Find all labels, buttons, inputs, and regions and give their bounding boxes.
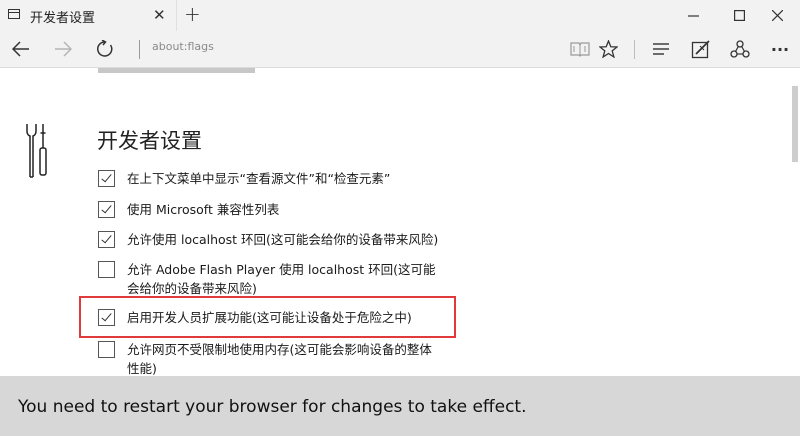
more-button[interactable]: ··· [762,31,798,67]
title-bar: 开发者设置 ✕ + [0,0,800,31]
maximize-icon [733,10,745,21]
page-icon [8,9,20,19]
checkbox[interactable] [98,201,115,218]
back-button[interactable] [3,31,39,67]
favorite-button[interactable] [590,31,626,67]
refresh-button[interactable] [87,31,123,67]
highlight-box [79,296,456,338]
minimize-button[interactable] [670,0,716,31]
option-label: 使用 Microsoft 兼容性列表 [127,202,280,217]
web-note-button[interactable] [683,31,719,67]
address-bar[interactable]: about:flags [152,40,214,53]
star-icon [598,40,618,58]
refresh-icon [97,40,113,57]
tab-close-icon[interactable]: ✕ [153,6,166,24]
checkbox[interactable] [98,231,115,248]
option-label-line-1: 允许 Adobe Flash Player 使用 localhost 环回(这可… [127,262,436,277]
toolbar-separator [634,40,635,59]
scrollbar-thumb[interactable] [792,86,798,162]
close-icon [771,10,783,21]
option-label-line-1: 允许网页不受限制地使用内存(这可能会影响设备的整体 [127,342,432,357]
checkbox[interactable] [98,261,115,278]
address-separator [139,40,140,59]
tab-title: 开发者设置 [30,11,96,26]
checkbox[interactable] [98,170,115,187]
collapsed-section-bar [98,68,255,73]
checkbox[interactable] [98,341,115,358]
book-icon [570,42,590,57]
restart-notification-bar: You need to restart your browser for cha… [0,376,800,436]
option-label-line-2: 性能) [127,361,157,376]
browser-tab[interactable]: 开发者设置 ✕ [0,0,177,31]
navigation-bar: about:flags ··· [0,31,800,68]
option-label: 允许使用 localhost 环回(这可能会给你的设备带来风险) [127,232,439,247]
new-tab-button[interactable]: + [184,3,201,25]
option-label: 在上下文菜单中显示“查看源文件”和“检查元素” [127,171,391,186]
forward-arrow-icon [55,41,72,57]
close-window-button[interactable] [754,0,800,31]
hub-icon [653,43,669,55]
restart-message: You need to restart your browser for cha… [18,397,527,417]
minimize-icon [687,15,699,17]
developer-tools-icon [26,124,47,178]
back-arrow-icon [12,41,29,57]
share-icon [730,40,750,58]
settings-panel: 开发者设置 在上下文菜单中显示“查看源文件”和“检查元素” 使用 Microso… [0,68,800,376]
hub-button[interactable] [643,31,679,67]
share-button[interactable] [722,31,758,67]
section-title: 开发者设置 [97,129,202,153]
forward-button[interactable] [45,31,81,67]
web-note-icon [691,40,710,59]
more-icon: ··· [770,39,790,59]
